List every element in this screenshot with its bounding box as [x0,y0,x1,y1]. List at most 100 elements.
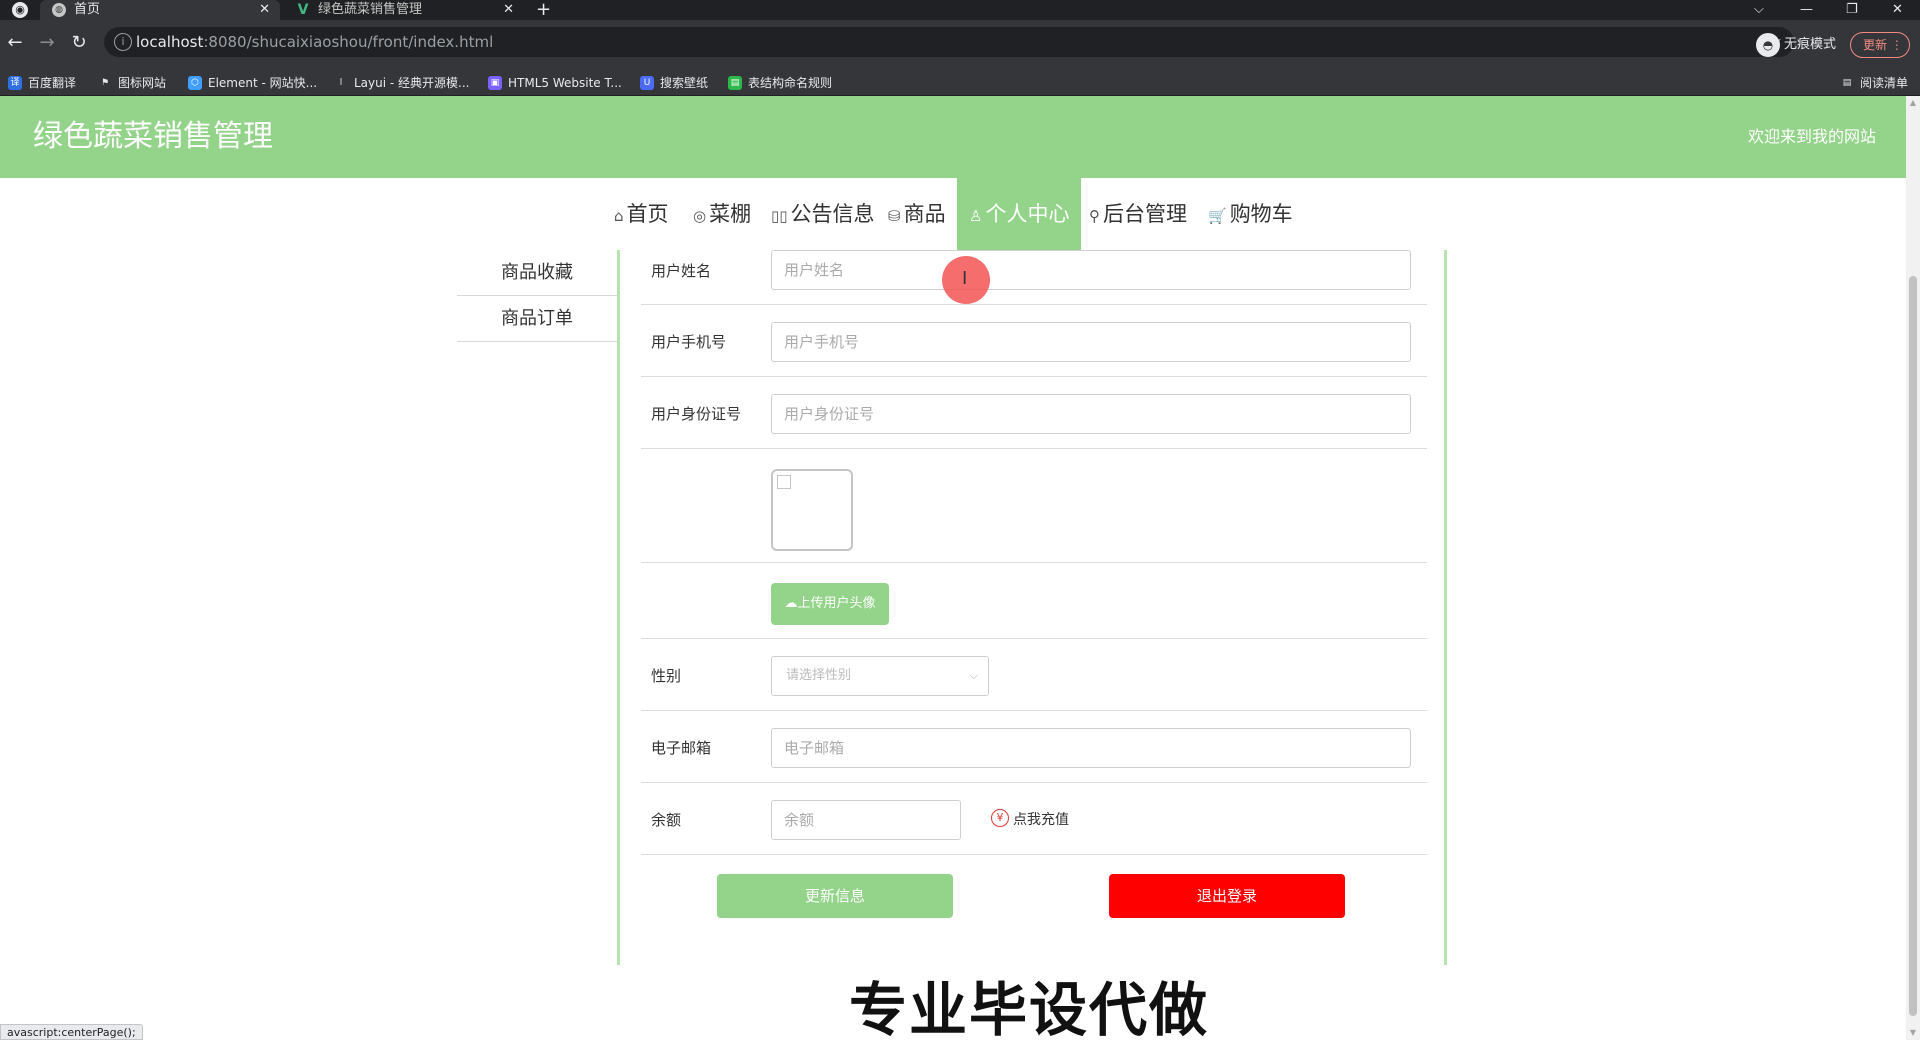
nav-products[interactable]: ⛁ 商品 [888,178,946,250]
gender-label: 性别 [651,667,682,685]
incognito-indicator[interactable]: ◓ 无痕模式 [1756,33,1836,57]
reading-list[interactable]: ▤ 阅读清单 [1838,70,1908,96]
tab-close-icon[interactable]: ✕ [503,0,514,20]
side-item-favorites[interactable]: 商品收藏 [457,250,617,296]
page-scrollbar[interactable]: ▲ ▼ [1906,96,1920,1040]
main-nav: ⌂ 首页 ◎ 菜棚 ▯▯ 公告信息 ⛁ 商品 ♙ 个人中心 ⚲ 后台管理 🛒 购物车 [0,178,1906,250]
flag-icon: ⚑ [100,78,110,88]
avatar-preview[interactable] [771,469,853,551]
element-icon: ⬡ [188,76,202,90]
bookmark-layui[interactable]: l Layui - 经典开源模... [332,70,470,96]
web-page: 绿色蔬菜销售管理 欢迎来到我的网站 ⌂ 首页 ◎ 菜棚 ▯▯ 公告信息 ⛁ 商品 ♙ 个人… [0,96,1906,1040]
browser-toolbar: ← → ↻ i localhost:8080/shucaixiaoshou/fr… [0,20,1920,70]
side-menu: 商品收藏 商品订单 [457,250,617,342]
chrome-logo-icon: ◉ [12,2,28,18]
welcome-text: 欢迎来到我的网站 [1747,127,1876,146]
watermark-caption: 专业毕设代做 [849,976,1210,1040]
form-row-username: 用户姓名 [641,250,1427,305]
broken-image-icon [777,475,791,489]
upload-avatar-button[interactable]: ☁上传用户头像 [771,583,889,625]
idcard-input[interactable] [771,394,1411,434]
forward-arrow-icon[interactable]: → [36,32,58,54]
nav-cart[interactable]: 🛒 购物车 [1208,178,1293,250]
palette-icon: ◎ [693,207,707,225]
phone-label: 用户手机号 [651,333,727,351]
nav-notices[interactable]: ▯▯ 公告信息 [771,178,875,250]
form-row-upload: ☁上传用户头像 [641,563,1427,639]
address-url: localhost:8080/shucaixiaoshou/front/inde… [136,33,494,51]
address-bar[interactable]: i localhost:8080/shucaixiaoshou/front/in… [104,27,1794,57]
tab-title: 首页 [74,2,101,17]
site-title: 绿色蔬菜销售管理 [33,119,273,154]
username-input[interactable] [771,250,1411,290]
chevron-down-icon: ⌵ [969,669,978,682]
status-bar-tip: avascript:centerPage(); [0,1024,143,1040]
form-row-phone: 用户手机号 [641,305,1427,377]
phone-input[interactable] [771,322,1411,362]
back-arrow-icon[interactable]: ← [4,32,26,54]
globe-icon: ◍ [52,3,66,17]
nav-admin[interactable]: ⚲ 后台管理 [1089,178,1187,250]
tab-close-icon[interactable]: ✕ [259,0,270,20]
balance-input[interactable] [771,800,961,840]
layui-icon: l [339,78,343,88]
cart-icon: 🛒 [1208,207,1227,225]
side-item-orders[interactable]: 商品订单 [457,296,617,342]
gender-select[interactable]: 请选择性别 ⌵ [771,656,989,696]
reading-list-icon: ▤ [1842,78,1852,88]
scroll-thumb[interactable] [1909,276,1917,1016]
translate-icon: 译 [8,76,22,90]
user-icon: ♙ [969,207,983,225]
scroll-down-icon[interactable]: ▼ [1906,1026,1920,1040]
incognito-label: 无痕模式 [1784,37,1837,52]
new-tab-button[interactable]: + [536,0,551,20]
reload-icon[interactable]: ↻ [68,32,90,54]
form-row-email: 电子邮箱 [641,711,1427,783]
book-icon: ▯▯ [771,207,788,225]
text-cursor-icon: I [962,268,968,289]
gender-placeholder: 请选择性别 [786,668,852,683]
bookmark-icon-site[interactable]: ⚑ 图标网站 [96,70,166,96]
username-label: 用户姓名 [651,262,712,280]
nav-greenhouse[interactable]: ◎ 菜棚 [693,178,751,250]
recharge-link[interactable]: ¥ 点我充值 [991,800,1069,840]
link-icon: ⚲ [1089,207,1100,225]
email-input[interactable] [771,728,1411,768]
yen-icon: ¥ [991,809,1009,827]
nav-personal-center[interactable]: ♙ 个人中心 [957,178,1082,250]
bookmark-element[interactable]: ⬡ Element - 网站快... [186,70,317,96]
minimize-icon[interactable]: — [1800,0,1813,20]
tab-search-icon[interactable]: ⌵ [1754,0,1764,20]
nav-home[interactable]: ⌂ 首页 [614,178,669,250]
home-icon: ⌂ [614,207,624,225]
profile-form: 用户姓名 用户手机号 用户身份证号 ☁上传用户头像 性别 请选择性别 [617,250,1447,965]
tab-admin[interactable]: V 绿色蔬菜销售管理 ✕ [284,0,524,20]
bookmark-html5[interactable]: ▣ HTML5 Website T... [486,70,622,96]
bookmark-baidu-translate[interactable]: 译百度翻译 [6,70,76,96]
tab-title: 绿色蔬菜销售管理 [318,2,423,17]
tab-home[interactable]: ◍ 首页 ✕ [40,0,280,20]
form-row-avatar [641,449,1427,563]
wallpaper-icon: U [640,76,654,90]
update-button[interactable]: 更新 ⋮ [1850,32,1910,58]
window-close-icon[interactable]: ✕ [1892,0,1903,20]
product-icon: ⛁ [888,207,901,225]
form-row-idcard: 用户身份证号 [641,377,1427,449]
sheet-icon: ▤ [728,76,742,90]
email-label: 电子邮箱 [651,739,712,757]
site-header: 绿色蔬菜销售管理 欢迎来到我的网站 [0,96,1906,178]
browser-tabstrip: ◉ ◍ 首页 ✕ V 绿色蔬菜销售管理 ✕ + ⌵ — ❐ ✕ [0,0,1920,20]
restore-icon[interactable]: ❐ [1846,0,1858,20]
incognito-icon: ◓ [1756,33,1780,57]
idcard-label: 用户身份证号 [651,405,742,423]
form-row-balance: 余额 ¥点我充值 [641,783,1427,855]
cloud-upload-icon: ☁ [784,596,798,611]
logout-button[interactable]: 退出登录 [1109,874,1345,918]
mouse-cursor-highlight: I [942,256,990,304]
form-row-gender: 性别 请选择性别 ⌵ [641,639,1427,711]
scroll-up-icon[interactable]: ▲ [1906,96,1920,110]
bookmark-wallpaper[interactable]: U 搜索壁纸 [638,70,708,96]
info-icon[interactable]: i [114,33,132,51]
bookmark-naming[interactable]: ▤ 表结构命名规则 [726,70,832,96]
update-info-button[interactable]: 更新信息 [717,874,953,918]
